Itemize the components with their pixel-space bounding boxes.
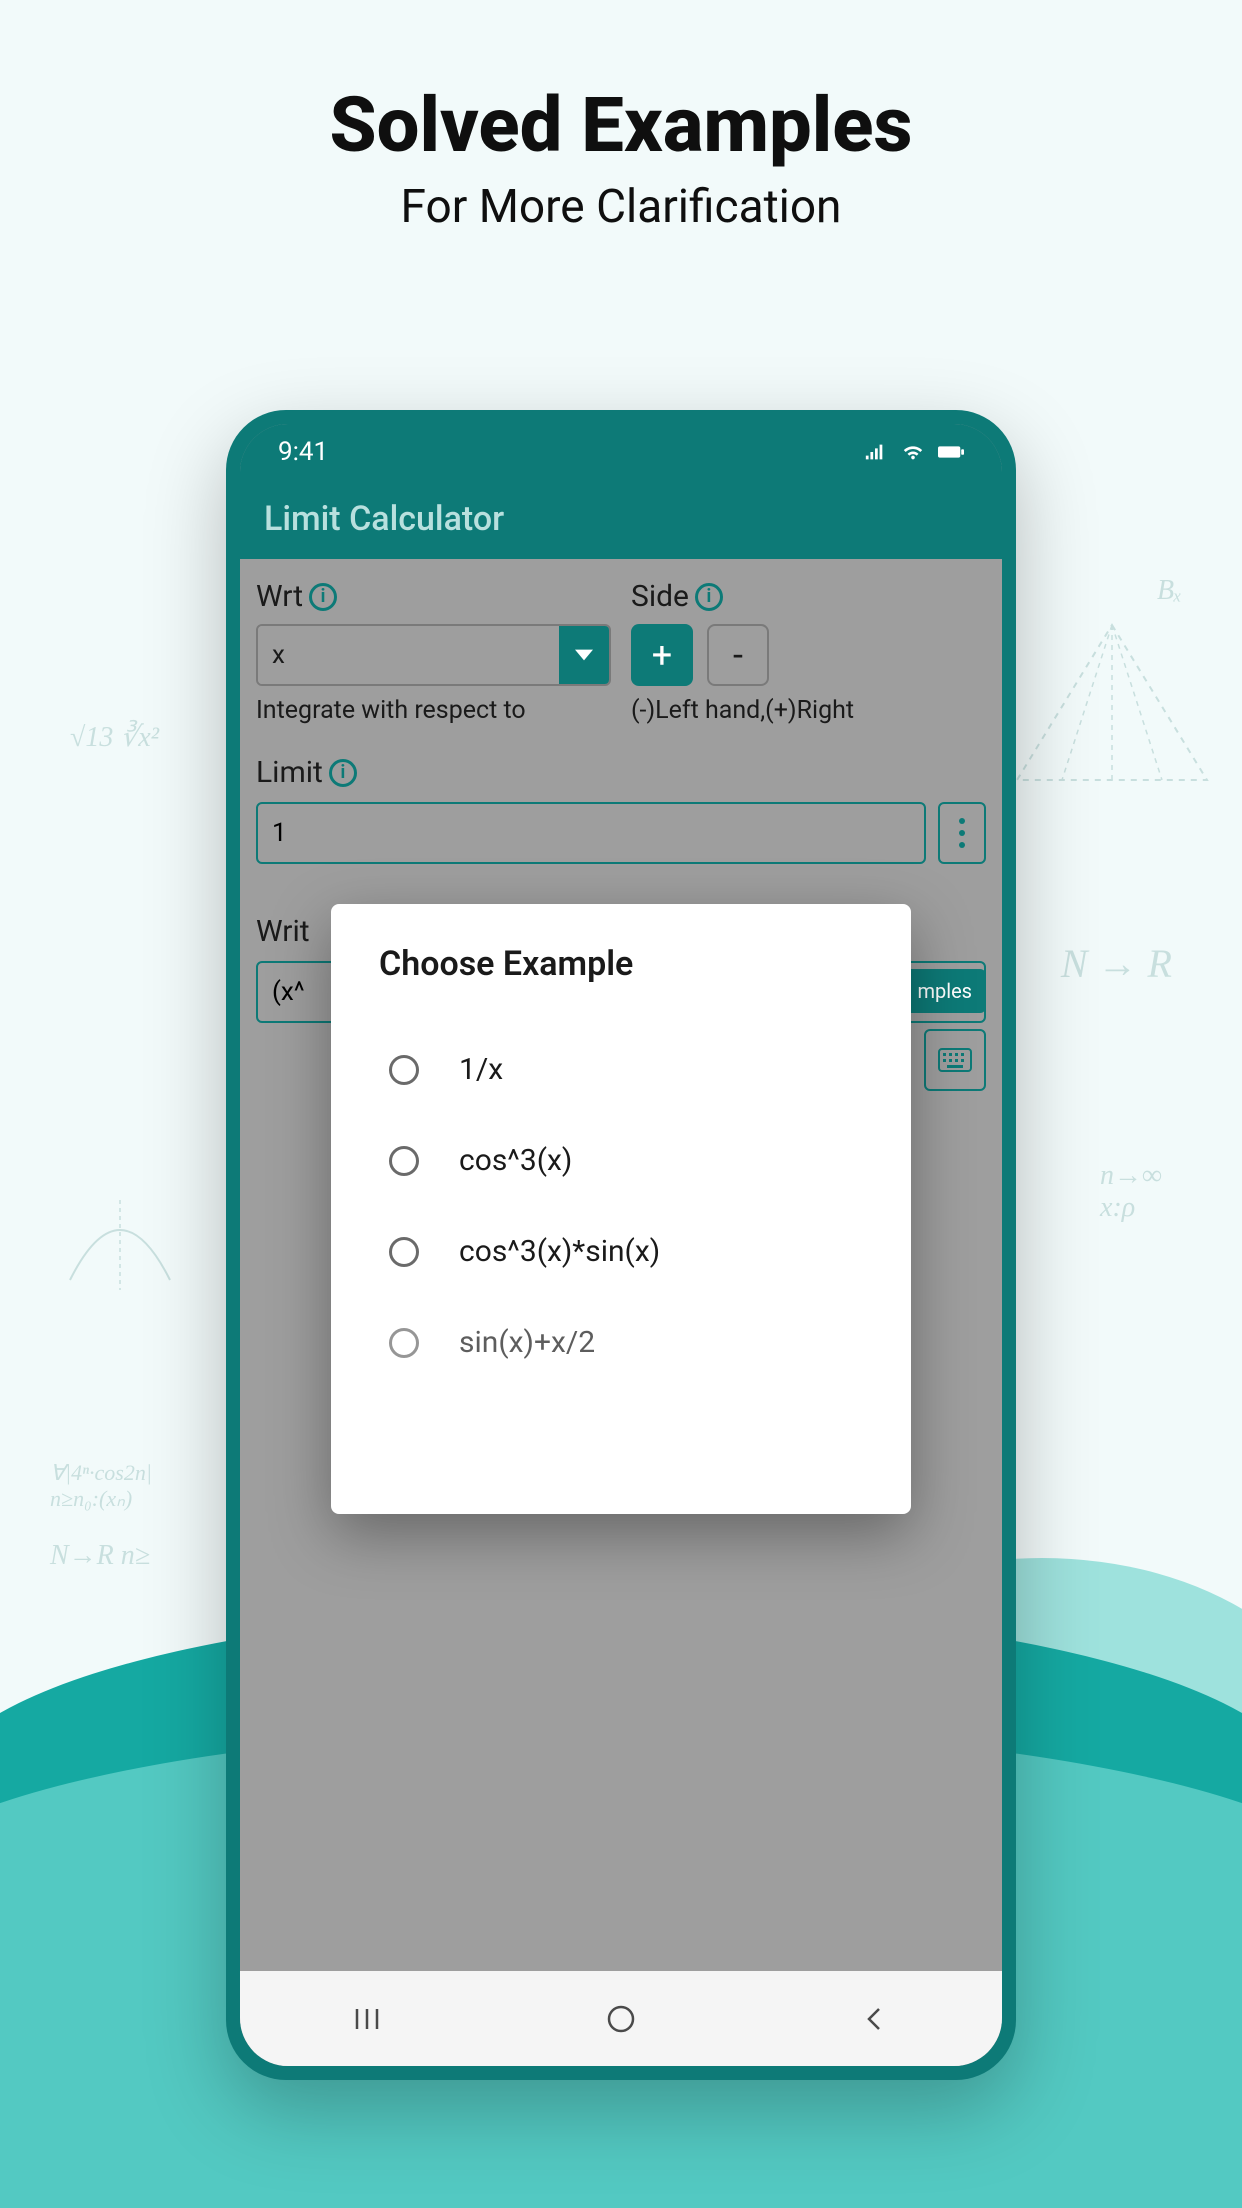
- wrt-label: Wrt: [256, 579, 303, 614]
- choose-example-dialog: Choose Example 1/x cos^3(x) cos^3(x)*sin…: [331, 904, 911, 1514]
- chevron-down-icon: [575, 646, 593, 664]
- radio-icon: [389, 1146, 419, 1176]
- doodle-math: Bₓ: [1157, 575, 1182, 607]
- info-icon[interactable]: i: [329, 759, 357, 787]
- page-title: Solved Examples: [0, 80, 1242, 170]
- doodle-triangle: [1012, 620, 1212, 798]
- dropdown-arrow-button[interactable]: [559, 626, 609, 684]
- limit-input[interactable]: 1: [256, 802, 926, 864]
- info-icon[interactable]: i: [695, 583, 723, 611]
- doodle-math: [60, 1200, 180, 1308]
- example-option[interactable]: sin(x)+x/2: [379, 1297, 863, 1388]
- status-bar: 9:41: [240, 424, 1002, 479]
- radio-icon: [389, 1237, 419, 1267]
- example-option[interactable]: cos^3(x)*sin(x): [379, 1206, 863, 1297]
- doodle-math: N → R: [1061, 940, 1172, 987]
- example-option[interactable]: cos^3(x): [379, 1115, 863, 1206]
- phone-frame: 9:41 Limit Calculator Wrt i: [226, 410, 1016, 2080]
- limit-label: Limit: [256, 755, 323, 790]
- app-title: Limit Calculator: [264, 499, 504, 539]
- example-option[interactable]: 1/x: [379, 1024, 863, 1115]
- info-icon[interactable]: i: [309, 583, 337, 611]
- wifi-icon: [900, 441, 926, 463]
- examples-button[interactable]: mples: [903, 969, 986, 1013]
- doodle-math: √13 ∛x²: [70, 720, 159, 754]
- signal-icon: [862, 441, 888, 463]
- side-minus-button[interactable]: -: [707, 624, 769, 686]
- side-help: (-)Left hand,(+)Right: [631, 696, 986, 725]
- back-icon[interactable]: [857, 2001, 893, 2037]
- option-label: 1/x: [459, 1052, 503, 1087]
- doodle-math: N→R n≥: [50, 1540, 150, 1572]
- doodle-math: n→∞x:ρ: [1100, 1160, 1162, 1224]
- wrt-help: Integrate with respect to: [256, 696, 611, 725]
- keyboard-icon: [938, 1048, 972, 1072]
- equation-label: Writ: [256, 914, 310, 949]
- radio-icon: [389, 1055, 419, 1085]
- option-label: cos^3(x)*sin(x): [459, 1234, 660, 1269]
- side-label: Side: [631, 579, 689, 614]
- radio-icon: [389, 1328, 419, 1358]
- limit-menu-button[interactable]: [938, 802, 986, 864]
- wrt-dropdown[interactable]: x: [256, 624, 611, 686]
- keyboard-button[interactable]: [924, 1029, 986, 1091]
- option-label: cos^3(x): [459, 1143, 572, 1178]
- android-navbar: [240, 1971, 1002, 2066]
- app-header: Limit Calculator: [240, 479, 1002, 559]
- recent-apps-icon[interactable]: [349, 2001, 385, 2037]
- doodle-math: ∀|4ⁿ·cos2n|n≥n₀:(xₙ): [50, 1460, 152, 1512]
- home-icon[interactable]: [603, 2001, 639, 2037]
- dialog-title: Choose Example: [379, 944, 863, 984]
- wrt-value: x: [258, 626, 559, 684]
- status-time: 9:41: [278, 437, 328, 467]
- option-label: sin(x)+x/2: [459, 1325, 595, 1360]
- page-subtitle: For More Clarification: [0, 180, 1242, 234]
- battery-icon: [938, 441, 964, 463]
- side-plus-button[interactable]: +: [631, 624, 693, 686]
